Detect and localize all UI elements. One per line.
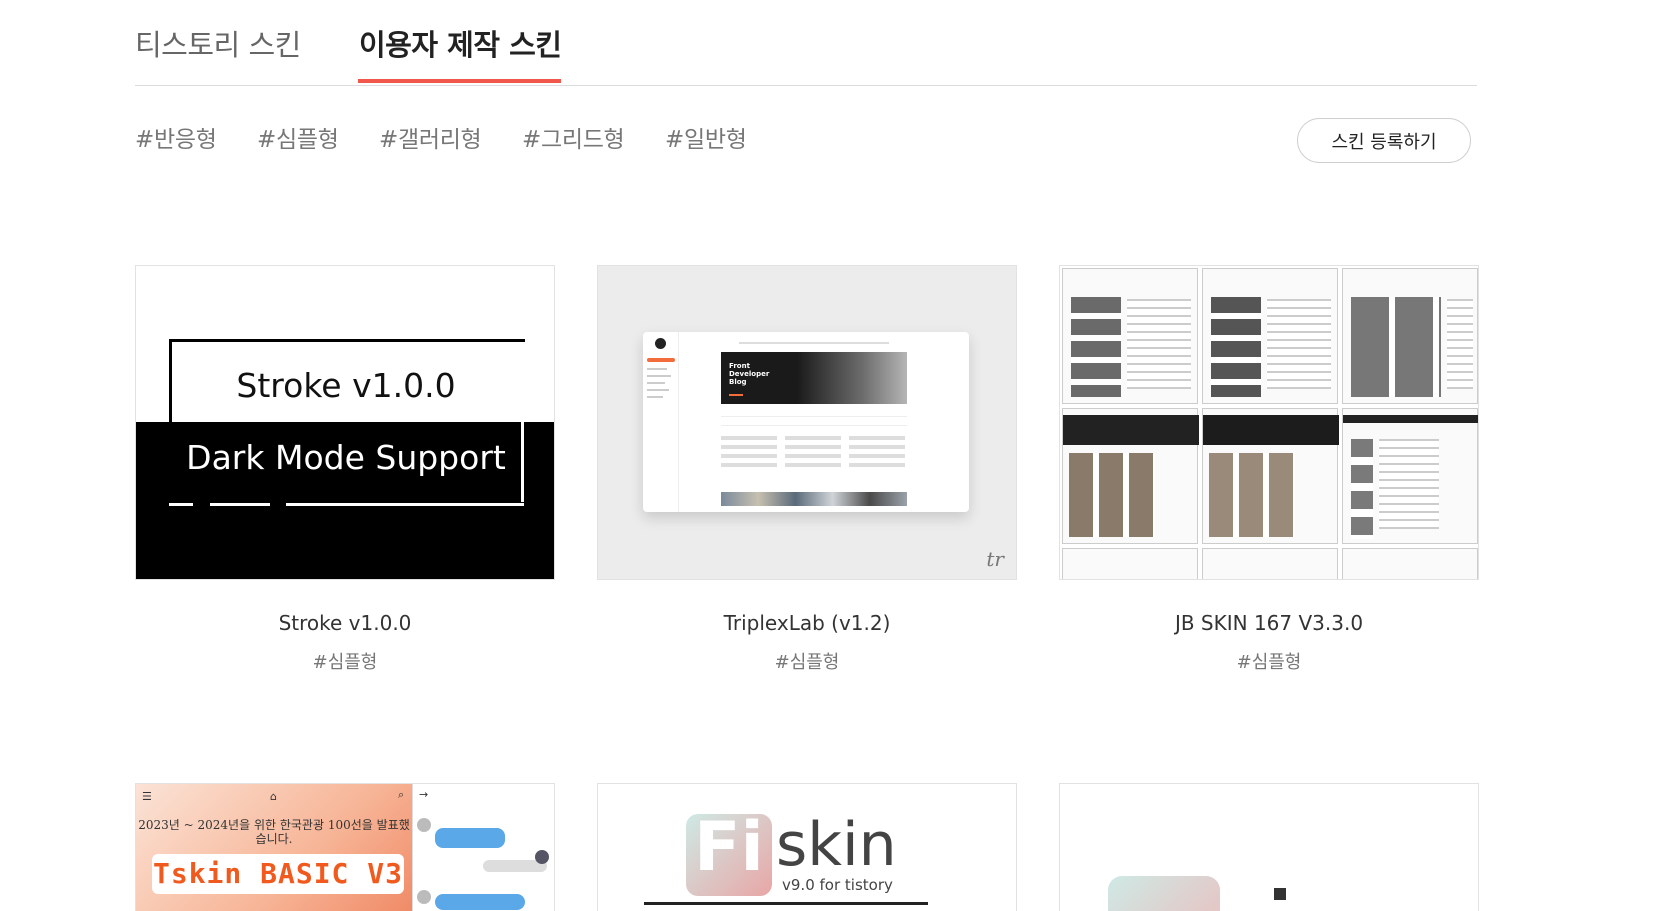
skin-thumbnail-triplexlab[interactable]: Front Developer Blog tr <box>597 265 1017 580</box>
skin-gallery: 티스토리 스킨 이용자 제작 스킨 #반응형 #심플형 #갤러리형 #그리드형 … <box>135 0 1479 911</box>
filter-responsive[interactable]: #반응형 <box>135 120 217 154</box>
fi-logo-text: Fi <box>694 808 764 887</box>
filter-general[interactable]: #일반형 <box>665 120 747 154</box>
filter-simple[interactable]: #심플형 <box>257 120 339 154</box>
skin-thumbnail-fiskin-alt[interactable] <box>1059 783 1479 911</box>
home-icon: ⌂ <box>270 790 277 803</box>
register-skin-button[interactable]: 스킨 등록하기 <box>1297 118 1471 163</box>
skin-card-title[interactable]: JB SKIN 167 V3.3.0 <box>1059 611 1479 635</box>
skin-thumbnail-tskin[interactable]: ☰ ⌂ ⌕ 2023년 ~ 2024년을 위한 한국관광 100선을 발표했습니… <box>135 783 555 911</box>
hero-banner: Front Developer Blog <box>721 352 907 404</box>
thumb-title: Stroke v1.0.0 <box>236 366 456 405</box>
thumb-subtitle: Dark Mode Support <box>186 438 506 477</box>
skin-card-tag[interactable]: #심플형 <box>597 648 1017 674</box>
filter-bar: #반응형 #심플형 #갤러리형 #그리드형 #일반형 스킨 등록하기 <box>135 118 1477 163</box>
browser-mockup: Front Developer Blog <box>643 332 969 512</box>
thumb-headline: 2023년 ~ 2024년을 위한 한국관광 100선을 발표했습니다. <box>138 818 410 846</box>
filter-gallery[interactable]: #갤러리형 <box>379 120 482 154</box>
search-icon: ⌕ <box>398 788 405 801</box>
tskin-logo: Tskin BASIC V3 <box>152 854 404 894</box>
menu-icon: ☰ <box>142 790 152 803</box>
triplexlab-watermark: tr <box>986 547 1004 571</box>
skin-logo-text: skin <box>776 810 897 880</box>
skin-thumbnail-stroke[interactable]: Stroke v1.0.0 Dark Mode Support <box>135 265 555 580</box>
skin-card-tag[interactable]: #심플형 <box>1059 648 1479 674</box>
arrow-right-icon: → <box>419 788 429 801</box>
skin-card-title[interactable]: TriplexLab (v1.2) <box>597 611 1017 635</box>
skin-card-tag[interactable]: #심플형 <box>135 648 555 674</box>
tab-tistory-skins[interactable]: 티스토리 스킨 <box>135 22 301 64</box>
skin-thumbnail-jb-skin[interactable] <box>1059 265 1479 580</box>
skin-card-title[interactable]: Stroke v1.0.0 <box>135 611 555 635</box>
skin-tabs: 티스토리 스킨 이용자 제작 스킨 <box>135 0 1477 86</box>
active-tab-indicator <box>358 79 561 83</box>
skin-thumbnail-fiskin[interactable]: Fi skin v9.0 for tistory <box>597 783 1017 911</box>
filter-grid[interactable]: #그리드형 <box>522 120 625 154</box>
version-text: v9.0 for tistory <box>782 876 893 894</box>
tab-user-skins[interactable]: 이용자 제작 스킨 <box>359 22 562 64</box>
